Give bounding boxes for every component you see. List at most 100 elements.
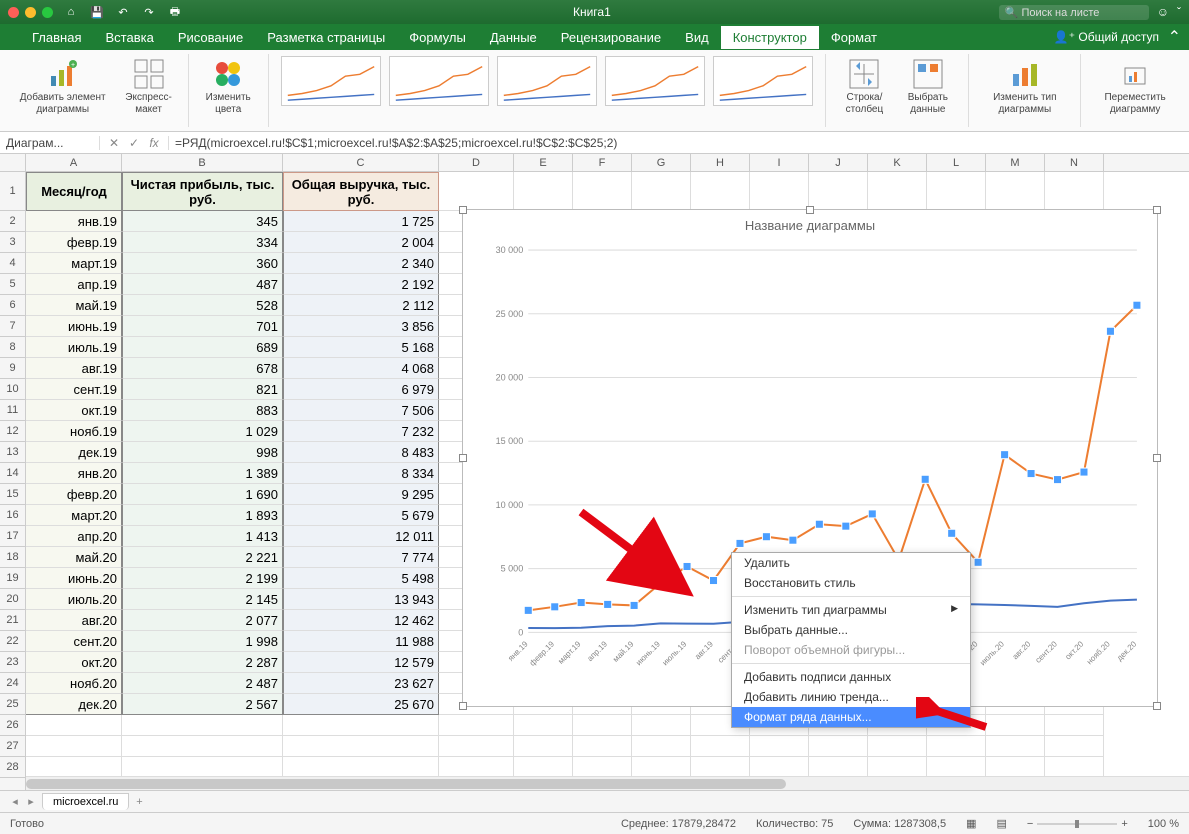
empty-cell[interactable] [868, 736, 927, 757]
ribbon-tab-главная[interactable]: Главная [20, 26, 93, 49]
data-cell[interactable]: 2 287 [122, 652, 283, 673]
table-header-cell[interactable]: Общая выручка, тыс. руб. [283, 172, 439, 211]
data-cell[interactable]: 7 232 [283, 421, 439, 442]
data-point-marker[interactable] [948, 529, 956, 537]
data-cell[interactable]: 2 077 [122, 610, 283, 631]
data-point-marker[interactable] [974, 558, 982, 566]
accept-formula-icon[interactable]: ✓ [126, 136, 142, 150]
empty-cell[interactable] [573, 736, 632, 757]
empty-cell[interactable] [632, 715, 691, 736]
data-cell[interactable]: 4 068 [283, 358, 439, 379]
data-cell[interactable]: 7 506 [283, 400, 439, 421]
data-cell[interactable]: 9 295 [283, 484, 439, 505]
data-cell[interactable]: 1 893 [122, 505, 283, 526]
add-chart-element-button[interactable]: + Добавить элемент диаграммы [10, 56, 115, 118]
data-cell[interactable]: июнь.20 [26, 568, 122, 589]
data-cell[interactable]: нояб.19 [26, 421, 122, 442]
data-cell[interactable]: февр.19 [26, 232, 122, 253]
data-cell[interactable]: март.19 [26, 253, 122, 274]
empty-cell[interactable] [927, 736, 986, 757]
row-header[interactable]: 19 [0, 568, 25, 589]
row-header[interactable]: 12 [0, 421, 25, 442]
data-point-marker[interactable] [842, 522, 850, 530]
data-cell[interactable]: май.19 [26, 295, 122, 316]
data-cell[interactable]: 360 [122, 253, 283, 274]
ribbon-toggle-icon[interactable]: ˇ [1177, 5, 1181, 19]
context-menu-item[interactable]: Выбрать данные... [732, 620, 970, 640]
empty-cell[interactable] [750, 757, 809, 778]
cells-area[interactable]: Месяц/годЧистая прибыль, тыс. руб.Общая … [26, 172, 1189, 790]
data-cell[interactable]: апр.20 [26, 526, 122, 547]
zoom-level[interactable]: 100 % [1148, 818, 1179, 830]
empty-cell[interactable] [514, 172, 573, 211]
redo-icon[interactable]: ↷ [139, 3, 159, 21]
view-normal-icon[interactable]: ▦ [966, 817, 976, 830]
data-cell[interactable]: 701 [122, 316, 283, 337]
data-cell[interactable]: 2 145 [122, 589, 283, 610]
formula-input[interactable]: =РЯД(microexcel.ru!$C$1;microexcel.ru!$A… [169, 136, 1189, 150]
fx-icon[interactable]: fx [146, 136, 162, 150]
empty-cell[interactable] [986, 172, 1045, 211]
empty-cell[interactable] [283, 736, 439, 757]
empty-cell[interactable] [1045, 172, 1104, 211]
data-point-marker[interactable] [1001, 451, 1009, 459]
data-point-marker[interactable] [921, 475, 929, 483]
data-cell[interactable]: 12 011 [283, 526, 439, 547]
column-header[interactable]: H [691, 154, 750, 171]
data-cell[interactable]: 1 389 [122, 463, 283, 484]
data-point-marker[interactable] [551, 603, 559, 611]
row-header[interactable]: 7 [0, 316, 25, 337]
empty-cell[interactable] [986, 757, 1045, 778]
context-menu-item[interactable]: Удалить [732, 553, 970, 573]
data-point-marker[interactable] [868, 510, 876, 518]
sheet-nav-first[interactable]: ◂ [8, 795, 22, 808]
resize-handle[interactable] [1153, 206, 1161, 214]
data-cell[interactable]: 2 567 [122, 694, 283, 715]
data-cell[interactable]: 23 627 [283, 673, 439, 694]
ribbon-tab-конструктор[interactable]: Конструктор [721, 26, 819, 49]
data-cell[interactable]: 8 483 [283, 442, 439, 463]
data-cell[interactable]: 2 487 [122, 673, 283, 694]
row-header[interactable]: 9 [0, 358, 25, 379]
row-header[interactable]: 21 [0, 610, 25, 631]
data-cell[interactable]: 3 856 [283, 316, 439, 337]
data-point-marker[interactable] [524, 606, 532, 614]
ribbon-tab-рисование[interactable]: Рисование [166, 26, 255, 49]
column-header[interactable]: C [283, 154, 439, 171]
empty-cell[interactable] [573, 172, 632, 211]
data-cell[interactable]: 2 340 [283, 253, 439, 274]
data-cell[interactable]: 1 029 [122, 421, 283, 442]
data-cell[interactable]: февр.20 [26, 484, 122, 505]
data-cell[interactable]: 7 774 [283, 547, 439, 568]
data-point-marker[interactable] [1053, 476, 1061, 484]
close-window[interactable] [8, 7, 19, 18]
data-point-marker[interactable] [789, 536, 797, 544]
data-cell[interactable]: 6 979 [283, 379, 439, 400]
empty-cell[interactable] [868, 757, 927, 778]
data-cell[interactable]: 1 998 [122, 631, 283, 652]
ribbon-tab-вставка[interactable]: Вставка [93, 26, 165, 49]
maximize-window[interactable] [42, 7, 53, 18]
empty-cell[interactable] [632, 172, 691, 211]
data-cell[interactable]: 528 [122, 295, 283, 316]
move-chart-button[interactable]: Переместить диаграмму [1091, 56, 1179, 118]
row-header[interactable]: 15 [0, 484, 25, 505]
row-header[interactable]: 22 [0, 631, 25, 652]
ribbon-tab-рецензирование[interactable]: Рецензирование [549, 26, 673, 49]
data-cell[interactable]: 12 579 [283, 652, 439, 673]
resize-handle[interactable] [459, 206, 467, 214]
empty-cell[interactable] [439, 715, 514, 736]
row-header[interactable]: 24 [0, 673, 25, 694]
sheet-nav-prev[interactable]: ▸ [24, 795, 38, 808]
data-point-marker[interactable] [1027, 470, 1035, 478]
empty-cell[interactable] [514, 757, 573, 778]
data-cell[interactable]: 1 690 [122, 484, 283, 505]
data-cell[interactable]: май.20 [26, 547, 122, 568]
data-cell[interactable]: янв.20 [26, 463, 122, 484]
row-header[interactable]: 28 [0, 757, 25, 778]
empty-cell[interactable] [927, 172, 986, 211]
chart-style-thumb[interactable] [389, 56, 489, 106]
data-cell[interactable]: 883 [122, 400, 283, 421]
data-cell[interactable]: нояб.20 [26, 673, 122, 694]
data-cell[interactable]: сент.20 [26, 631, 122, 652]
